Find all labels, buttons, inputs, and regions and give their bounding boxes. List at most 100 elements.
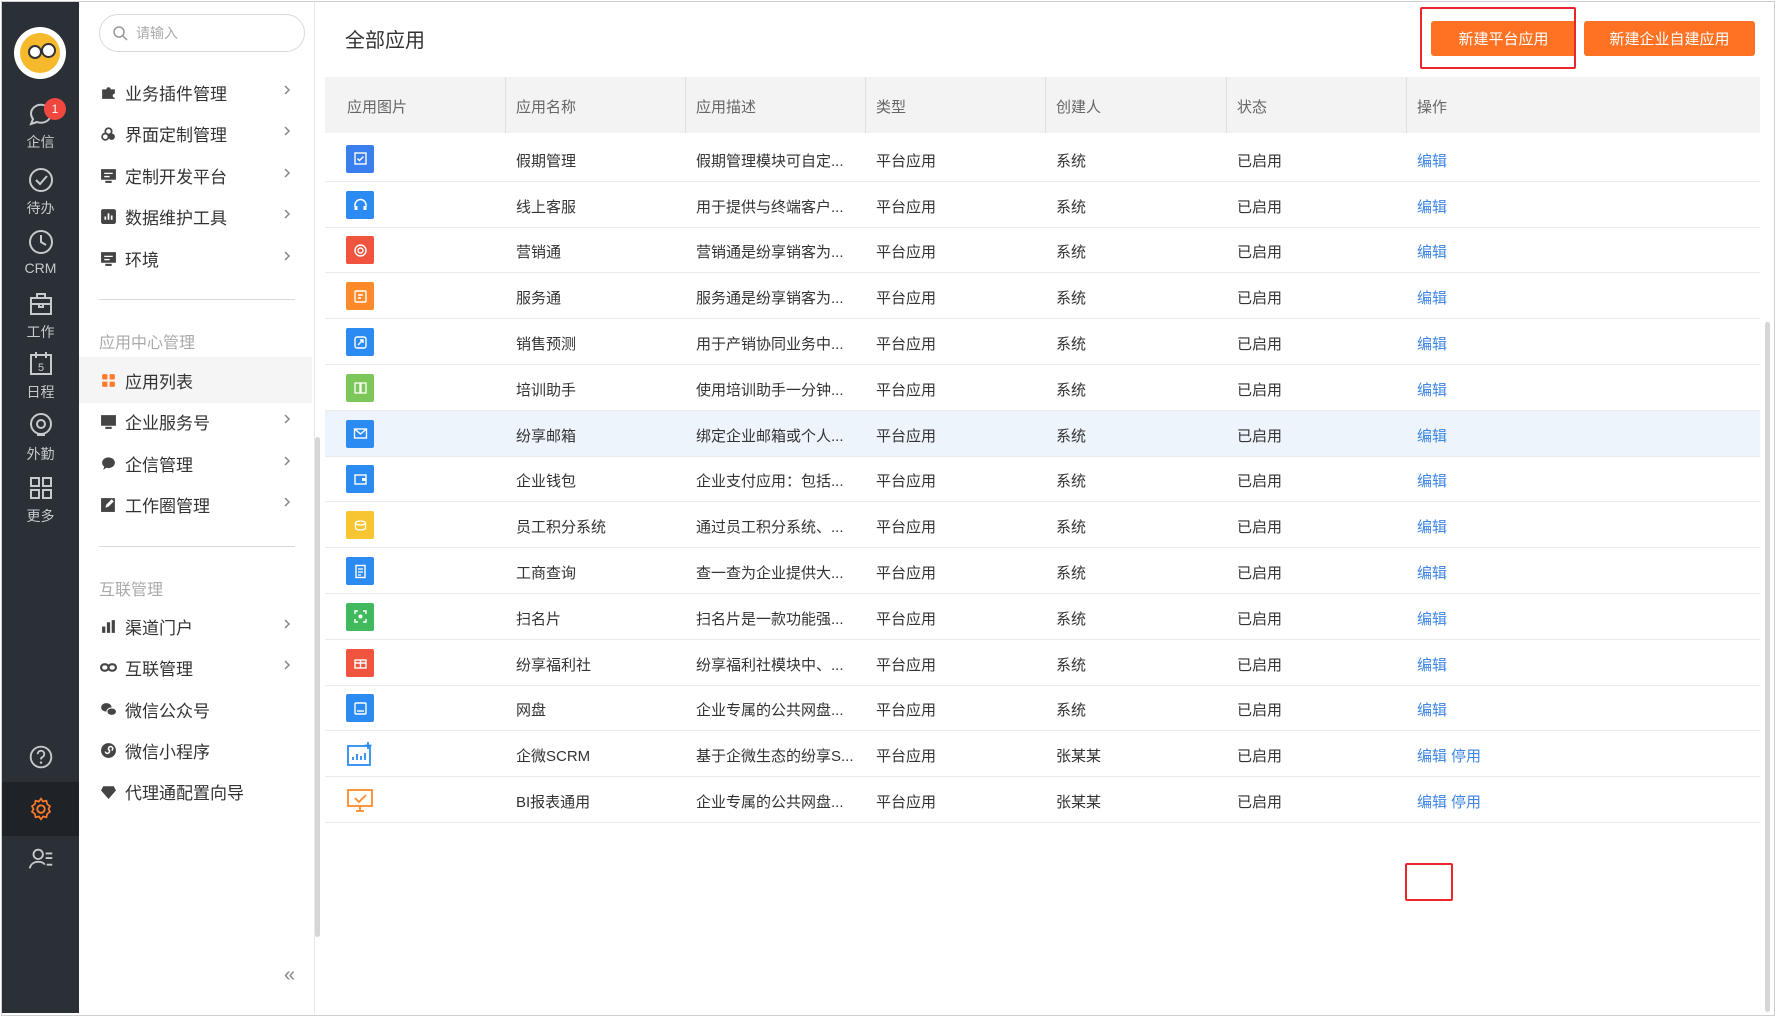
table-row[interactable]: 员工积分系统 通过员工积分系统、... 平台应用 系统 已启用 编辑 (325, 502, 1760, 549)
table-row[interactable]: 营销通 营销通是纷享销客为... 平台应用 系统 已启用 编辑 (325, 228, 1760, 274)
edit-link[interactable]: 编辑 (1417, 702, 1447, 719)
edit-icon (99, 495, 117, 513)
table-row[interactable]: 工商查询 查一查为企业提供大... 平台应用 系统 已启用 编辑 (325, 548, 1760, 594)
main-scrollbar[interactable] (1765, 322, 1770, 1012)
sidebar-item-plugin[interactable]: 业务插件管理 (79, 69, 312, 115)
table-row[interactable]: 销售预测 用于产销协同业务中... 平台应用 系统 已启用 编辑 (325, 319, 1760, 365)
coins-icon (346, 511, 374, 540)
cell-status: 已启用 (1237, 427, 1283, 445)
sidebar-scrollbar[interactable] (315, 437, 320, 937)
sidebar-item-wechat-miniprogram[interactable]: 微信小程序 (79, 727, 312, 773)
sidebar-item-agent-wizard[interactable]: 代理通配置向导 (79, 768, 312, 814)
edit-link[interactable]: 编辑 (1417, 428, 1447, 445)
cell-type: 平台应用 (876, 748, 937, 766)
edit-link[interactable]: 编辑 (1417, 519, 1447, 536)
cell-status: 已启用 (1237, 610, 1283, 628)
cell-status: 已启用 (1237, 473, 1283, 491)
rail-label: 日程 (26, 384, 55, 400)
cell-type: 平台应用 (876, 290, 937, 308)
table-row[interactable]: 纷享福利社 纷享福利社模块中、... 平台应用 系统 已启用 编辑 (325, 640, 1760, 686)
headset-icon (346, 190, 374, 219)
cell-desc: 使用培训助手一分钟... (696, 381, 844, 399)
edit-link[interactable]: 编辑 (1417, 244, 1447, 261)
page-title: 全部应用 (345, 30, 425, 52)
column-header: 应用描述 (696, 99, 757, 116)
rail-label: 外勤 (26, 446, 55, 462)
table-row[interactable]: 企微SCRM 基于企微生态的纷享S... 平台应用 张某某 已启用 编辑 停用 (325, 731, 1760, 778)
main-panel: 全部应用 新建平台应用 新建企业自建应用 应用图片 应用名称 应用描述 类型 创… (325, 2, 1770, 1013)
sidebar-item-label: 业务插件管理 (125, 84, 227, 104)
rail-label: CRM (24, 260, 57, 276)
profile-button[interactable] (2, 832, 79, 886)
sidebar-item-environment[interactable]: 环境 (79, 235, 312, 281)
edit-link[interactable]: 编辑 (1417, 657, 1447, 674)
table-row[interactable]: 线上客服 用于提供与终端客户... 平台应用 系统 已启用 编辑 (325, 182, 1760, 228)
table-row[interactable]: BI报表通用 企业专属的公共网盘... 平台应用 张某某 已启用 编辑 停用 (325, 777, 1760, 823)
search-input[interactable] (136, 25, 286, 41)
edit-link[interactable]: 编辑 (1417, 336, 1447, 353)
sidebar-item-channel-portal[interactable]: 渠道门户 (79, 603, 312, 649)
sidebar-item-dev-platform[interactable]: 定制开发平台 (79, 152, 312, 198)
table-row[interactable]: 培训助手 使用培训助手一分钟... 平台应用 系统 已启用 编辑 (325, 365, 1760, 411)
edit-link[interactable]: 编辑 (1417, 473, 1447, 490)
rail-item-todo[interactable]: 待办 (2, 164, 79, 228)
sidebar-item-ui-custom[interactable]: 界面定制管理 (79, 110, 312, 156)
sidebar-item-label: 环境 (125, 250, 159, 270)
table-row[interactable]: 企业钱包 企业支付应用：包括... 平台应用 系统 已启用 编辑 (325, 457, 1760, 503)
wallet-icon (346, 465, 374, 494)
monitor-icon (99, 412, 117, 430)
cell-actions: 编辑 (1417, 379, 1447, 400)
rail-label: 待办 (26, 200, 55, 216)
sidebar-item-im-management[interactable]: 企信管理 (79, 440, 312, 486)
app-logo[interactable] (14, 27, 66, 79)
edit-link[interactable]: 编辑 (1417, 565, 1447, 582)
gem-icon (99, 782, 117, 800)
new-platform-app-button[interactable]: 新建平台应用 (1431, 21, 1576, 56)
column-separator (505, 77, 506, 133)
table-row[interactable]: 服务通 服务通是纷享销客为... 平台应用 系统 已启用 编辑 (325, 273, 1760, 320)
sidebar-item-service-account[interactable]: 企业服务号 (79, 398, 312, 444)
edit-link[interactable]: 编辑 (1417, 382, 1447, 399)
edit-link[interactable]: 编辑 (1417, 199, 1447, 216)
collapse-sidebar-button[interactable]: « (284, 964, 295, 987)
table-row[interactable]: 纷享邮箱 绑定企业邮箱或个人... 平台应用 系统 已启用 编辑 (325, 410, 1760, 457)
rail-item-schedule[interactable]: 5 日程 (2, 348, 79, 412)
cell-type: 平台应用 (876, 473, 937, 491)
sidebar-item-work-circle[interactable]: 工作圈管理 (79, 481, 312, 527)
link-icon (99, 658, 117, 676)
sidebar-search[interactable] (99, 14, 305, 52)
table-row[interactable]: 假期管理 假期管理模块可自定... 平台应用 系统 已启用 编辑 (325, 136, 1760, 182)
cell-name: 纷享邮箱 (516, 427, 577, 445)
edit-link[interactable]: 编辑 (1417, 748, 1447, 765)
sidebar-item-data-tools[interactable]: 数据维护工具 (79, 193, 312, 239)
edit-link[interactable]: 编辑 (1417, 611, 1447, 628)
edit-link[interactable]: 编辑 (1417, 794, 1447, 811)
logo-icon (20, 33, 60, 73)
settings-button[interactable] (2, 782, 79, 836)
table-row[interactable]: 扫名片 扫名片是一款功能强... 平台应用 系统 已启用 编辑 (325, 594, 1760, 640)
cell-name: 网盘 (516, 702, 547, 720)
rail-item-crm[interactable]: CRM (2, 226, 79, 290)
sidebar-item-app-list[interactable]: 应用列表 (79, 357, 312, 403)
help-button[interactable] (2, 730, 79, 784)
sidebar-item-label: 代理通配置向导 (125, 783, 244, 803)
sidebar-item-interconnect[interactable]: 互联管理 (79, 644, 312, 690)
column-header: 创建人 (1056, 99, 1102, 116)
rail-item-more[interactable]: 更多 (2, 472, 79, 536)
sidebar-item-wechat-oa[interactable]: 微信公众号 (79, 686, 312, 732)
edit-link[interactable]: 编辑 (1417, 153, 1447, 170)
miniprogram-icon (99, 741, 117, 759)
rail-item-chat[interactable]: 企信 1 (2, 98, 79, 162)
cell-type: 平台应用 (876, 198, 937, 216)
table-row[interactable]: 网盘 企业专属的公共网盘... 平台应用 系统 已启用 编辑 (325, 686, 1760, 732)
rail-item-field[interactable]: 外勤 (2, 410, 79, 474)
new-enterprise-app-button[interactable]: 新建企业自建应用 (1584, 21, 1755, 56)
cell-actions: 编辑 (1417, 562, 1447, 583)
disable-link[interactable]: 停用 (1451, 794, 1481, 811)
cell-desc: 用于提供与终端客户... (696, 198, 844, 216)
rail-item-work[interactable]: 工作 (2, 288, 79, 352)
edit-link[interactable]: 编辑 (1417, 290, 1447, 307)
disable-link[interactable]: 停用 (1451, 748, 1481, 765)
cell-creator: 系统 (1056, 473, 1087, 491)
cell-status: 已启用 (1237, 198, 1283, 216)
